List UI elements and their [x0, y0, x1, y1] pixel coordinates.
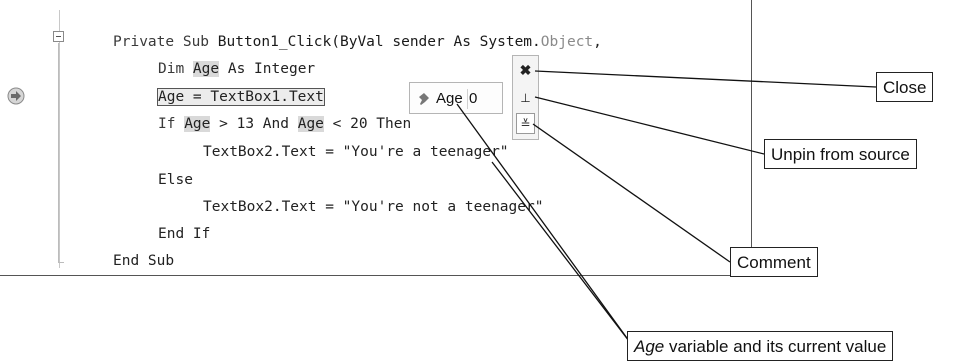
callout-text: variable and its current value — [664, 337, 887, 356]
callout-close: Close — [876, 72, 934, 102]
callout-text: Unpin from source — [771, 145, 910, 164]
callout-age-variable: Age variable and its current value — [627, 331, 894, 361]
callout-comment: Comment — [730, 247, 818, 277]
callout-text: Comment — [737, 253, 811, 272]
callout-unpin: Unpin from source — [764, 139, 917, 169]
callout-leader-lines — [456, 70, 877, 346]
callout-italic-text: Age — [634, 337, 665, 356]
callout-text: Close — [883, 78, 927, 97]
